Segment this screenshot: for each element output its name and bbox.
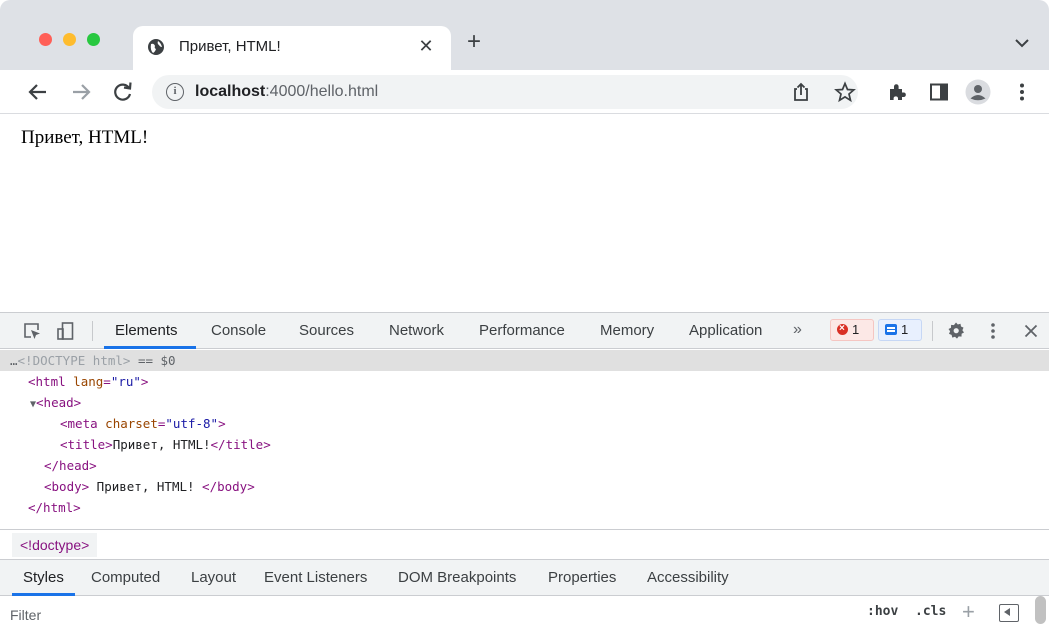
attr-name: lang [73, 374, 104, 389]
tag-punct: > [140, 374, 149, 389]
class-toggle-button[interactable]: .cls [915, 604, 946, 619]
dom-node-head[interactable]: ▼<head> [0, 392, 81, 413]
url-text: localhost:4000/hello.html [195, 83, 378, 101]
forward-arrow-icon[interactable] [69, 80, 93, 104]
node-text: Привет, HTML! [89, 479, 203, 494]
tag-name: <head> [36, 395, 82, 410]
attr-value: "utf-8" [165, 416, 219, 431]
tag-name: <body> [44, 479, 90, 494]
tag-name: <title> [60, 437, 113, 452]
more-tabs-button[interactable]: » [793, 321, 802, 339]
selected-node-marker: == $0 [137, 353, 176, 368]
dom-node-html-close[interactable]: </html> [0, 497, 81, 518]
star-icon[interactable] [834, 81, 856, 103]
maximize-window-button[interactable] [87, 33, 100, 46]
node-ellipsis: … [10, 353, 18, 368]
tab-accessibility[interactable]: Accessibility [647, 569, 729, 586]
hover-state-button[interactable]: :hov [867, 604, 898, 619]
page-viewport: Привет, HTML! [0, 115, 1049, 312]
breadcrumb: <!doctype> [0, 529, 1049, 560]
tab-application[interactable]: Application [689, 322, 762, 339]
gear-icon[interactable] [946, 321, 966, 341]
tab-title: Привет, HTML! [179, 38, 281, 55]
tab-sources[interactable]: Sources [299, 322, 354, 339]
extensions-icon[interactable] [886, 81, 908, 103]
tag-name: </html> [28, 500, 81, 515]
dom-node-html[interactable]: <html lang="ru"> [0, 371, 148, 392]
chevron-down-icon[interactable] [1012, 36, 1032, 50]
inspect-icon[interactable] [22, 321, 42, 341]
globe-icon [148, 39, 164, 55]
dom-node-meta[interactable]: <meta charset="utf-8"> [0, 413, 226, 434]
reload-icon[interactable] [111, 80, 135, 104]
tag-name: </head> [44, 458, 97, 473]
dom-tree: …<!DOCTYPE html> == $0 <html lang="ru"> … [0, 350, 1049, 528]
url-path: :4000/hello.html [265, 83, 379, 100]
tab-console[interactable]: Console [211, 322, 266, 339]
info-icon[interactable]: i [166, 83, 184, 101]
filter-input[interactable] [10, 603, 810, 627]
error-icon [837, 319, 848, 339]
dom-node-head-close[interactable]: </head> [0, 455, 97, 476]
devtools-panel: Elements Console Sources Network Perform… [0, 312, 1049, 631]
tab-memory[interactable]: Memory [600, 322, 654, 339]
error-count: 1 [852, 322, 860, 337]
close-icon[interactable]: ✕ [416, 36, 436, 57]
doctype-text: <!DOCTYPE html> [17, 353, 131, 368]
back-arrow-icon[interactable] [26, 80, 50, 104]
plus-icon[interactable]: + [462, 30, 486, 54]
tag-punct: > [218, 416, 226, 431]
tab-elements[interactable]: Elements [115, 322, 178, 339]
attr-name: charset [105, 416, 158, 431]
message-count: 1 [901, 322, 909, 337]
error-count-badge[interactable]: 1 [830, 319, 874, 341]
tab-computed[interactable]: Computed [91, 569, 160, 586]
kebab-menu-icon[interactable] [983, 321, 1003, 341]
toggle-sidebar-icon[interactable] [999, 604, 1019, 622]
styles-tabbar: Styles Computed Layout Event Listeners D… [0, 560, 1049, 596]
dom-node-doctype[interactable]: …<!DOCTYPE html> == $0 [0, 350, 1049, 371]
kebab-menu-icon[interactable] [1011, 81, 1033, 103]
tab-styles[interactable]: Styles [23, 569, 64, 586]
close-icon[interactable] [1021, 321, 1041, 341]
toolbar-divider [932, 321, 933, 341]
minimize-window-button[interactable] [63, 33, 76, 46]
tag-name: <html [28, 374, 66, 389]
scrollbar[interactable] [1035, 596, 1046, 624]
dom-node-title[interactable]: <title>Привет, HTML!</title> [0, 434, 271, 455]
attr-value: "ru" [110, 374, 141, 389]
tab-properties[interactable]: Properties [548, 569, 616, 586]
dom-node-body[interactable]: <body> Привет, HTML! </body> [0, 476, 255, 497]
profile-icon[interactable] [965, 79, 991, 105]
breadcrumb-item[interactable]: <!doctype> [12, 533, 98, 557]
share-icon[interactable] [790, 81, 812, 103]
devtools-tabbar: Elements Console Sources Network Perform… [0, 313, 1049, 349]
tab-performance[interactable]: Performance [479, 322, 565, 339]
page-heading: Привет, HTML! [21, 127, 149, 148]
tag-name: </title> [210, 437, 271, 452]
close-window-button[interactable] [39, 33, 52, 46]
toolbar-divider [92, 321, 93, 341]
active-tab-indicator [104, 346, 196, 349]
tab-strip: Привет, HTML! ✕ + [0, 0, 1049, 70]
tab-network[interactable]: Network [389, 322, 444, 339]
styles-filter-bar: :hov .cls + [0, 596, 1049, 631]
tab-dom-breakpoints[interactable]: DOM Breakpoints [398, 569, 516, 586]
browser-tab[interactable]: Привет, HTML! ✕ [133, 26, 451, 70]
tag-name: </body> [202, 479, 255, 494]
side-panel-icon[interactable] [928, 81, 950, 103]
browser-toolbar: i localhost:4000/hello.html [0, 70, 1049, 114]
tab-event-listeners[interactable]: Event Listeners [264, 569, 367, 586]
node-text: Привет, HTML! [112, 437, 211, 452]
address-bar[interactable]: i localhost:4000/hello.html [152, 75, 858, 109]
tab-layout[interactable]: Layout [191, 569, 236, 586]
tag-name: <meta [60, 416, 98, 431]
message-icon [885, 324, 897, 335]
message-count-badge[interactable]: 1 [878, 319, 922, 341]
plus-icon[interactable]: + [962, 599, 975, 625]
device-toolbar-icon[interactable] [56, 321, 76, 341]
url-host: localhost [195, 83, 266, 100]
tag-punct: = [103, 374, 111, 389]
